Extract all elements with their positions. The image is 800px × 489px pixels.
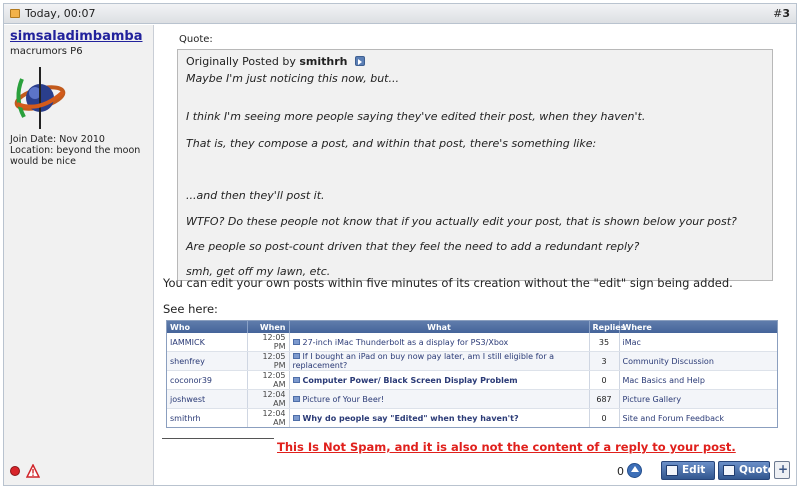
quote-line: I think I'm seeing more people saying th… bbox=[186, 110, 646, 123]
user-details: Join Date: Nov 2010 Location: beyond the… bbox=[10, 134, 150, 167]
thread-title: 27-inch iMac Thunderbolt as a display fo… bbox=[302, 337, 509, 347]
embedded-screenshot-table: Who When What Replies Where IAMMICK 12:05… bbox=[166, 320, 778, 428]
thread-title-link[interactable]: Picture of Your Beer! bbox=[289, 389, 590, 409]
multiquote-icon[interactable] bbox=[774, 461, 790, 479]
column-header: Where bbox=[619, 321, 777, 333]
signature-link[interactable]: This Is Not Spam, and it is also not the… bbox=[277, 440, 736, 454]
reputation-count: 0 bbox=[617, 465, 624, 478]
quote-line: That is, they compose a post, and within… bbox=[186, 137, 597, 150]
reply-text: See here: bbox=[163, 302, 218, 316]
replies-cell: 3 bbox=[589, 351, 620, 371]
replies-cell: 0 bbox=[589, 370, 620, 390]
post-number-link[interactable]: #3 bbox=[773, 7, 790, 20]
table-row: joshwest 12:04 AM Picture of Your Beer! 687… bbox=[167, 389, 777, 409]
column-header: When bbox=[247, 321, 290, 333]
edit-button[interactable]: Edit bbox=[661, 461, 715, 480]
who-cell[interactable]: joshwest bbox=[167, 389, 248, 409]
post-actions: 0 Edit Quote bbox=[590, 461, 790, 481]
quote-line: ...and then they'll post it. bbox=[186, 189, 325, 202]
forum-link[interactable]: Site and Forum Feedback bbox=[619, 408, 777, 427]
user-location: Location: beyond the moon bbox=[10, 145, 141, 156]
forum-link[interactable]: Picture Gallery bbox=[619, 389, 777, 409]
report-exclamation-dot bbox=[32, 474, 34, 476]
quote-label: Quote: bbox=[179, 34, 213, 45]
thread-title-link[interactable]: 27-inch iMac Thunderbolt as a display fo… bbox=[289, 333, 590, 352]
post-header: Today, 00:07 #3 bbox=[4, 4, 796, 24]
when-cell: 12:04 AM bbox=[247, 389, 290, 409]
thread-icon bbox=[292, 395, 300, 402]
table-row: shenfrey 12:05 PM If I bought an iPad on b… bbox=[167, 351, 777, 371]
column-header: Who bbox=[167, 321, 248, 333]
post-date: Today, 00:07 bbox=[25, 7, 96, 20]
thread-title: Computer Power/ Black Screen Display Pro… bbox=[302, 375, 518, 385]
user-location-continued: would be nice bbox=[10, 156, 76, 167]
username-link[interactable]: simsaladimbamba bbox=[10, 29, 143, 44]
reputation-up-icon[interactable] bbox=[627, 463, 642, 478]
signature-divider bbox=[162, 438, 274, 439]
quote-originally-posted: Originally Posted by bbox=[186, 55, 296, 68]
thread-title: Why do people say "Edited" when they hav… bbox=[302, 413, 519, 423]
thread-title-link[interactable]: If I bought an iPad on buy now pay later… bbox=[289, 351, 590, 371]
thread-title: Picture of Your Beer! bbox=[302, 394, 385, 404]
when-cell: 12:05 PM bbox=[247, 351, 290, 371]
avatar[interactable] bbox=[10, 65, 70, 131]
activity-table: Who When What Replies Where IAMMICK 12:05… bbox=[167, 321, 777, 427]
table-header-row: Who When What Replies Where bbox=[167, 321, 777, 333]
thread-title-link[interactable]: Why do people say "Edited" when they hav… bbox=[289, 408, 590, 427]
join-date: Join Date: Nov 2010 bbox=[10, 134, 105, 145]
thread-icon bbox=[292, 353, 300, 359]
quote-line: Maybe I'm just noticing this now, but... bbox=[186, 72, 399, 85]
who-cell[interactable]: IAMMICK bbox=[167, 333, 248, 352]
user-info-pane: simsaladimbamba macrumors P6 Join Date: … bbox=[4, 25, 154, 485]
thread-icon bbox=[292, 376, 300, 383]
quote-box: Originally Posted by smithrh Maybe I'm j… bbox=[177, 49, 773, 281]
table-row: IAMMICK 12:05 PM 27-inch iMac Thunderbolt … bbox=[167, 333, 777, 352]
forum-link[interactable]: Community Discussion bbox=[619, 351, 777, 371]
post-number: 3 bbox=[782, 7, 790, 20]
quote-line: Are people so post-count driven that the… bbox=[186, 240, 640, 253]
when-cell: 12:05 AM bbox=[247, 370, 290, 390]
replies-cell: 35 bbox=[589, 333, 620, 352]
column-header: What bbox=[289, 321, 590, 333]
post-container: Today, 00:07 #3 simsaladimbamba macrumor… bbox=[3, 3, 797, 486]
column-header: Replies bbox=[589, 321, 625, 333]
who-cell[interactable]: shenfrey bbox=[167, 351, 248, 371]
thread-icon bbox=[292, 414, 300, 421]
quote-icon bbox=[723, 465, 735, 476]
replies-cell: 0 bbox=[589, 408, 620, 427]
post-number-prefix: # bbox=[773, 7, 783, 20]
online-status-icon bbox=[10, 466, 20, 476]
replies-cell: 687 bbox=[589, 389, 620, 409]
forum-link[interactable]: Mac Basics and Help bbox=[619, 370, 777, 390]
user-title: macrumors P6 bbox=[10, 46, 83, 57]
edit-label: Edit bbox=[682, 464, 706, 476]
who-cell[interactable]: coconor39 bbox=[167, 370, 248, 390]
when-cell: 12:05 PM bbox=[247, 333, 290, 352]
edit-icon bbox=[666, 465, 678, 476]
report-post-icon[interactable] bbox=[26, 464, 40, 478]
reply-text: You can edit your own posts within five … bbox=[163, 276, 733, 290]
quote-button[interactable]: Quote bbox=[718, 461, 775, 480]
thread-icon bbox=[292, 338, 300, 345]
thread-title: If I bought an iPad on buy now pay later… bbox=[292, 352, 555, 370]
quote-author: smithrh bbox=[299, 55, 348, 68]
view-post-icon[interactable] bbox=[355, 56, 365, 66]
post-content: Quote: Originally Posted by smithrh Mayb… bbox=[155, 25, 796, 485]
report-exclamation-bar bbox=[32, 469, 34, 474]
quote-button-label: Quote bbox=[739, 464, 775, 476]
forum-link[interactable]: iMac bbox=[619, 333, 777, 352]
post-icon bbox=[10, 9, 20, 18]
table-row: coconor39 12:05 AM Computer Power/ Black S… bbox=[167, 370, 777, 390]
table-row: smithrh 12:04 AM Why do people say "Edited… bbox=[167, 408, 777, 427]
thread-title-link[interactable]: Computer Power/ Black Screen Display Pro… bbox=[289, 370, 590, 390]
quote-line: WTFO? Do these people not know that if y… bbox=[186, 215, 737, 228]
when-cell: 12:04 AM bbox=[247, 408, 290, 427]
who-cell[interactable]: smithrh bbox=[167, 408, 248, 427]
quote-header: Originally Posted by smithrh bbox=[186, 55, 365, 68]
